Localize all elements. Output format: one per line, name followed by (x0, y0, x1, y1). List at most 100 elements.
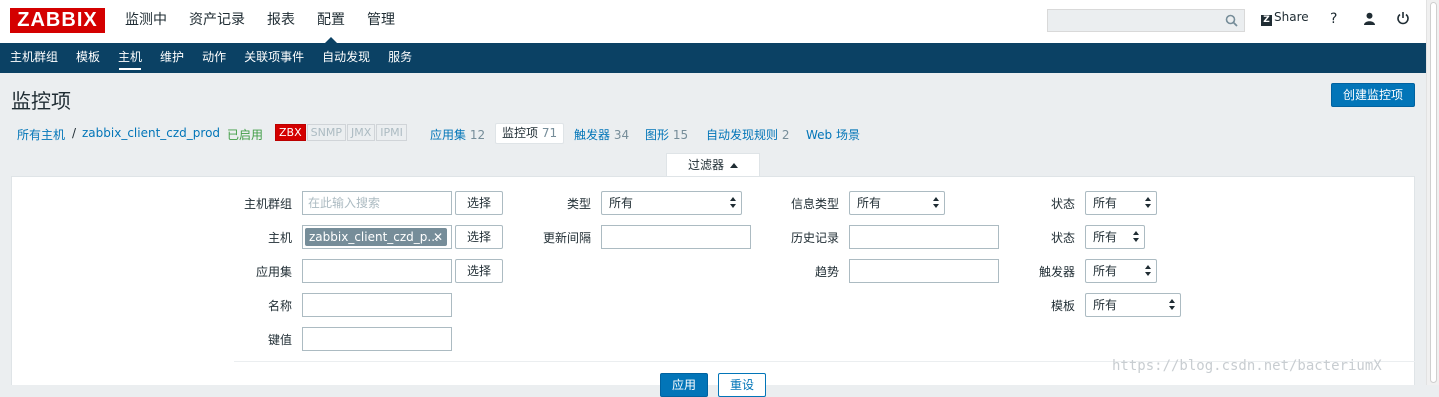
name-input[interactable] (302, 293, 452, 317)
tab-discovery-rules[interactable]: 自动发现规则 2 (706, 126, 789, 143)
tab-web-scenarios[interactable]: Web 场景 (806, 126, 860, 143)
main-menu-monitoring[interactable]: 监测中 (114, 0, 178, 43)
apply-button[interactable]: 应用 (660, 373, 708, 397)
tab-triggers-count: 34 (613, 128, 630, 142)
triggers-select[interactable]: 所有 (1085, 259, 1157, 283)
sub-menu-maintenance[interactable]: 维护 (151, 43, 193, 73)
search-input[interactable] (1047, 9, 1245, 32)
select-arrows-icon (1133, 231, 1139, 243)
main-menu-inventory[interactable]: 资产记录 (178, 0, 256, 43)
sub-menu-actions[interactable]: 动作 (193, 43, 235, 73)
tab-applications-label: 应用集 (430, 128, 467, 142)
availability-jmx: JMX (346, 124, 376, 141)
zabbix-logo[interactable]: ZABBIX (10, 8, 105, 33)
update-interval-label: 更新间隔 (542, 231, 591, 245)
name-label: 名称 (267, 299, 292, 313)
share-z-icon: Z (1261, 15, 1272, 26)
update-interval-input[interactable] (601, 225, 751, 249)
sign-out-icon[interactable] (1396, 11, 1410, 26)
user-profile-icon[interactable] (1363, 12, 1376, 25)
host-group-label: 主机群组 (243, 197, 292, 211)
key-input[interactable] (302, 327, 452, 351)
tab-items[interactable]: 监控项 71 (495, 123, 565, 144)
application-label: 应用集 (255, 265, 292, 279)
tab-items-count: 71 (541, 126, 558, 140)
availability-badges: ZBX SNMP JMX IPMI (275, 124, 408, 141)
sub-menu-host-groups[interactable]: 主机群组 (1, 43, 67, 73)
trends-label: 趋势 (814, 265, 839, 279)
host-group-input[interactable]: 在此输入搜索 (302, 191, 452, 215)
breadcrumb-host[interactable]: zabbix_client_czd_prod (82, 126, 220, 140)
caret-up-icon (730, 163, 738, 168)
type-label: 类型 (566, 197, 591, 211)
watermark: https://blog.csdn.net/bacteriumX (1112, 358, 1382, 374)
tab-discovery-rules-label: 自动发现规则 (706, 128, 779, 142)
triggers-label: 触发器 (1038, 265, 1075, 279)
tab-applications-count: 12 (469, 128, 486, 142)
main-menu: 监测中 资产记录 报表 配置 管理 (114, 0, 406, 43)
status-select-value: 所有 (1093, 230, 1118, 244)
share-link[interactable]: Z Share (1261, 10, 1309, 26)
reset-button[interactable]: 重设 (718, 373, 766, 397)
info-type-label: 信息类型 (790, 197, 839, 211)
filter-tab-label: 过滤器 (687, 158, 724, 172)
application-input[interactable] (302, 259, 452, 283)
application-select-button[interactable]: 选择 (455, 259, 503, 283)
search-icon[interactable] (1225, 14, 1238, 27)
type-select-value: 所有 (609, 196, 634, 210)
tab-items-label: 监控项 (502, 126, 539, 140)
host-chip-label: zabbix_client_czd_p... (309, 230, 439, 244)
select-arrows-icon (1145, 265, 1151, 277)
help-icon[interactable]: ? (1330, 11, 1337, 27)
top-bar: ZABBIX 监测中 资产记录 报表 配置 管理 Z Share ? (0, 0, 1426, 43)
filter-toggle-tab[interactable]: 过滤器 (666, 153, 760, 177)
main-menu-configuration[interactable]: 配置 (306, 0, 356, 43)
sub-menu: 主机群组 模板 主机 维护 动作 关联项事件 自动发现 服务 (0, 43, 1426, 73)
page-scrollbar[interactable] (1426, 0, 1439, 385)
state-label: 状态 (1050, 197, 1075, 211)
tab-graphs-label: 图形 (645, 128, 670, 142)
tab-applications[interactable]: 应用集 12 (430, 126, 485, 143)
template-label: 模板 (1050, 299, 1075, 313)
sub-menu-templates[interactable]: 模板 (67, 43, 109, 73)
host-status-enabled[interactable]: 已启用 (227, 126, 263, 143)
breadcrumb-separator: / (72, 126, 77, 140)
tab-triggers-label: 触发器 (574, 128, 611, 142)
remove-icon[interactable]: ✕ (433, 228, 443, 246)
page-title: 监控项 (11, 89, 71, 113)
history-label: 历史记录 (790, 231, 839, 245)
info-type-select[interactable]: 所有 (849, 191, 945, 215)
tab-graphs[interactable]: 图形 15 (645, 126, 688, 143)
tab-triggers[interactable]: 触发器 34 (574, 126, 629, 143)
sub-menu-hosts[interactable]: 主机 (109, 43, 151, 73)
key-label: 键值 (267, 333, 292, 347)
tab-web-scenarios-label: Web 场景 (806, 128, 860, 142)
select-arrows-icon (933, 197, 939, 209)
share-label: Share (1274, 10, 1309, 24)
template-select[interactable]: 所有 (1085, 293, 1181, 317)
status-label: 状态 (1050, 231, 1075, 245)
tab-graphs-count: 15 (672, 128, 689, 142)
host-label: 主机 (267, 231, 292, 245)
main-menu-administration[interactable]: 管理 (356, 0, 406, 43)
availability-zbx: ZBX (275, 124, 306, 141)
select-arrows-icon (1169, 299, 1175, 311)
state-select[interactable]: 所有 (1085, 191, 1157, 215)
triggers-select-value: 所有 (1093, 264, 1118, 278)
sub-menu-correlation[interactable]: 关联项事件 (235, 43, 313, 73)
main-menu-reports[interactable]: 报表 (256, 0, 306, 43)
create-item-button[interactable]: 创建监控项 (1331, 83, 1415, 107)
select-arrows-icon (730, 197, 736, 209)
scrollbar-thumb[interactable] (1430, 2, 1437, 383)
state-select-value: 所有 (1093, 196, 1118, 210)
sub-menu-services[interactable]: 服务 (379, 43, 421, 73)
select-arrows-icon (1145, 197, 1151, 209)
template-select-value: 所有 (1093, 298, 1118, 312)
breadcrumb-all-hosts[interactable]: 所有主机 (17, 126, 65, 143)
info-type-select-value: 所有 (857, 196, 882, 210)
sub-menu-discovery[interactable]: 自动发现 (313, 43, 379, 73)
host-chip: zabbix_client_czd_p... ✕ (305, 228, 447, 246)
tab-discovery-rules-count: 2 (781, 128, 790, 142)
status-select[interactable]: 所有 (1085, 225, 1145, 249)
type-select[interactable]: 所有 (601, 191, 742, 215)
